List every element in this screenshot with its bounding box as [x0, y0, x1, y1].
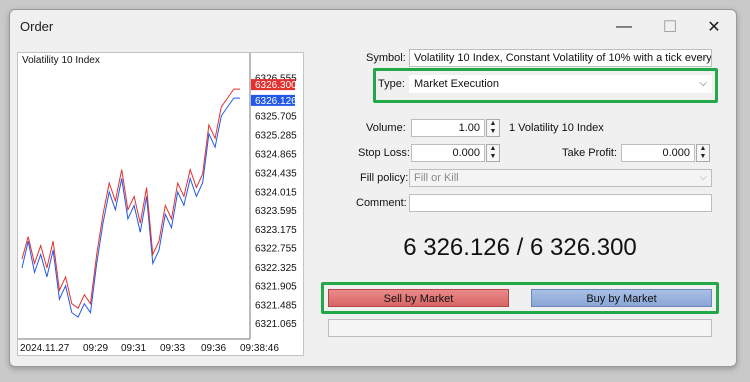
volume-stepper[interactable]: ▲ ▼ [486, 119, 500, 137]
minimize-icon[interactable]: — [604, 14, 644, 40]
y-tick-label: 6322.755 [255, 244, 297, 255]
close-icon[interactable]: ✕ [694, 14, 734, 40]
price-chart: Volatility 10 Index 6326.5556325.7056325… [17, 52, 304, 356]
y-tick-label: 6323.175 [255, 225, 297, 236]
x-tick-label: 09:36 [201, 343, 226, 354]
x-tick-label: 09:31 [121, 343, 146, 354]
comment-input[interactable] [409, 194, 712, 212]
symbol-select[interactable]: Volatility 10 Index, Constant Volatility… [409, 49, 712, 67]
bid-price-tag: 6326.126 [255, 96, 297, 107]
sell-by-market-button[interactable]: Sell by Market [328, 289, 509, 307]
y-tick-label: 6325.705 [255, 112, 297, 123]
fill-policy-value: Fill or Kill [414, 172, 459, 184]
y-tick-label: 6323.595 [255, 206, 297, 217]
chart-plot: 6326.5556325.7056325.2856324.8656324.435… [18, 53, 297, 354]
y-tick-label: 6324.435 [255, 169, 297, 180]
comment-label: Comment: [356, 197, 407, 209]
type-value: Market Execution [414, 78, 499, 90]
bid-ask-quote: 6 326.126 / 6 326.300 [403, 234, 637, 261]
stop-loss-input[interactable]: 0.000 [411, 144, 485, 162]
buy-by-market-button[interactable]: Buy by Market [531, 289, 712, 307]
take-profit-label: Take Profit: [562, 147, 618, 159]
y-tick-label: 6321.905 [255, 282, 297, 293]
y-tick-label: 6321.065 [255, 319, 297, 330]
x-tick-label: 09:33 [160, 343, 185, 354]
x-tick-label: 09:38:46 [240, 343, 279, 354]
title-bar: Order — ☐ ✕ [10, 10, 736, 44]
chevron-down-icon: ⌵ [699, 78, 707, 89]
series-line-bid [21, 97, 240, 318]
symbol-label: Symbol: [366, 52, 406, 64]
type-label: Type: [378, 78, 405, 90]
fill-policy-label: Fill policy: [360, 172, 409, 184]
x-tick-label: 2024.11.27 [20, 343, 70, 354]
x-tick-label: 09:29 [83, 343, 108, 354]
maximize-icon: ☐ [662, 19, 678, 36]
y-tick-label: 6324.015 [255, 187, 297, 198]
take-profit-stepper[interactable]: ▲ ▼ [696, 144, 710, 162]
y-tick-label: 6325.285 [255, 131, 297, 142]
fill-policy-select: Fill or Kill ⌵ [409, 169, 712, 187]
order-window: Order — ☐ ✕ Volatility 10 Index 6326.555… [9, 9, 737, 367]
volume-label: Volume: [366, 122, 406, 134]
volume-input[interactable]: 1.00 [411, 119, 485, 137]
chevron-down-icon: ⌵ [699, 172, 707, 183]
progress-bar [328, 319, 712, 337]
stop-loss-label: Stop Loss: [358, 147, 410, 159]
y-tick-label: 6324.865 [255, 149, 297, 160]
y-tick-label: 6321.485 [255, 300, 297, 311]
volume-description: 1 Volatility 10 Index [509, 122, 604, 134]
ask-price-tag: 6326.300 [255, 80, 297, 91]
symbol-value: Volatility 10 Index, Constant Volatility… [414, 52, 712, 64]
y-tick-label: 6322.325 [255, 263, 297, 274]
stop-loss-stepper[interactable]: ▲ ▼ [486, 144, 500, 162]
type-select[interactable]: Market Execution ⌵ [409, 75, 712, 93]
window-title: Order [20, 19, 54, 34]
take-profit-input[interactable]: 0.000 [621, 144, 695, 162]
chevron-down-icon: ⌵ [699, 52, 707, 63]
series-line-ask [21, 88, 240, 309]
